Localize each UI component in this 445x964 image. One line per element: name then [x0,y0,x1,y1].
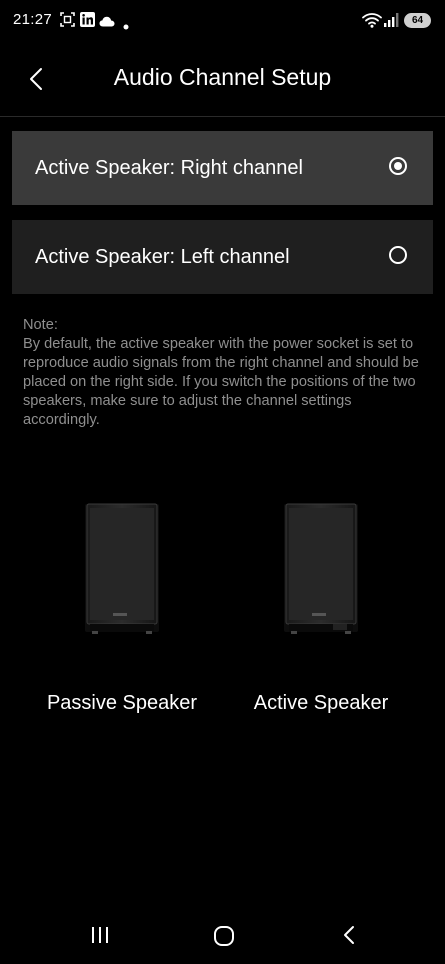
back-icon [344,926,354,944]
cloud-icon [99,14,115,32]
radio-dot [394,162,402,170]
recent-apps-icon [92,927,108,943]
header-divider [0,116,445,117]
active-speaker-caption: Active Speaker [253,692,389,714]
active-speaker-image [283,500,359,634]
option-label: Active Speaker: Right channel [35,157,303,179]
option-left-channel[interactable]: Active Speaker: Left channel [12,220,433,294]
status-time: 21:27 [13,11,53,28]
option-label: Active Speaker: Left channel [35,246,290,268]
option-right-channel[interactable]: Active Speaker: Right channel [12,131,433,205]
home-icon [214,926,234,946]
battery-icon: 64 [404,13,431,28]
page-title: Audio Channel Setup [113,64,332,90]
linkedin-icon [80,12,95,32]
passive-speaker-image [84,500,160,634]
signal-icon [384,13,399,32]
passive-speaker: Passive Speaker [22,500,222,714]
wifi-icon [362,12,382,33]
passive-speaker-caption: Passive Speaker [46,692,198,714]
active-speaker: Active Speaker [221,500,421,714]
screenshot-icon [60,12,75,32]
header: Audio Channel Setup [0,40,445,116]
note-heading: Note: [23,317,58,333]
status-bar: 21:27 64 [0,0,445,40]
nav-bar [0,910,445,964]
radio-unselected[interactable] [389,246,407,264]
back-nav-button[interactable] [338,924,360,951]
recent-apps-button[interactable] [89,924,111,951]
notification-dot-icon [123,17,129,35]
home-button[interactable] [212,924,236,953]
note: Note: By default, the active speaker wit… [23,316,423,430]
radio-selected[interactable] [389,157,407,175]
note-body: By default, the active speaker with the … [23,336,419,428]
